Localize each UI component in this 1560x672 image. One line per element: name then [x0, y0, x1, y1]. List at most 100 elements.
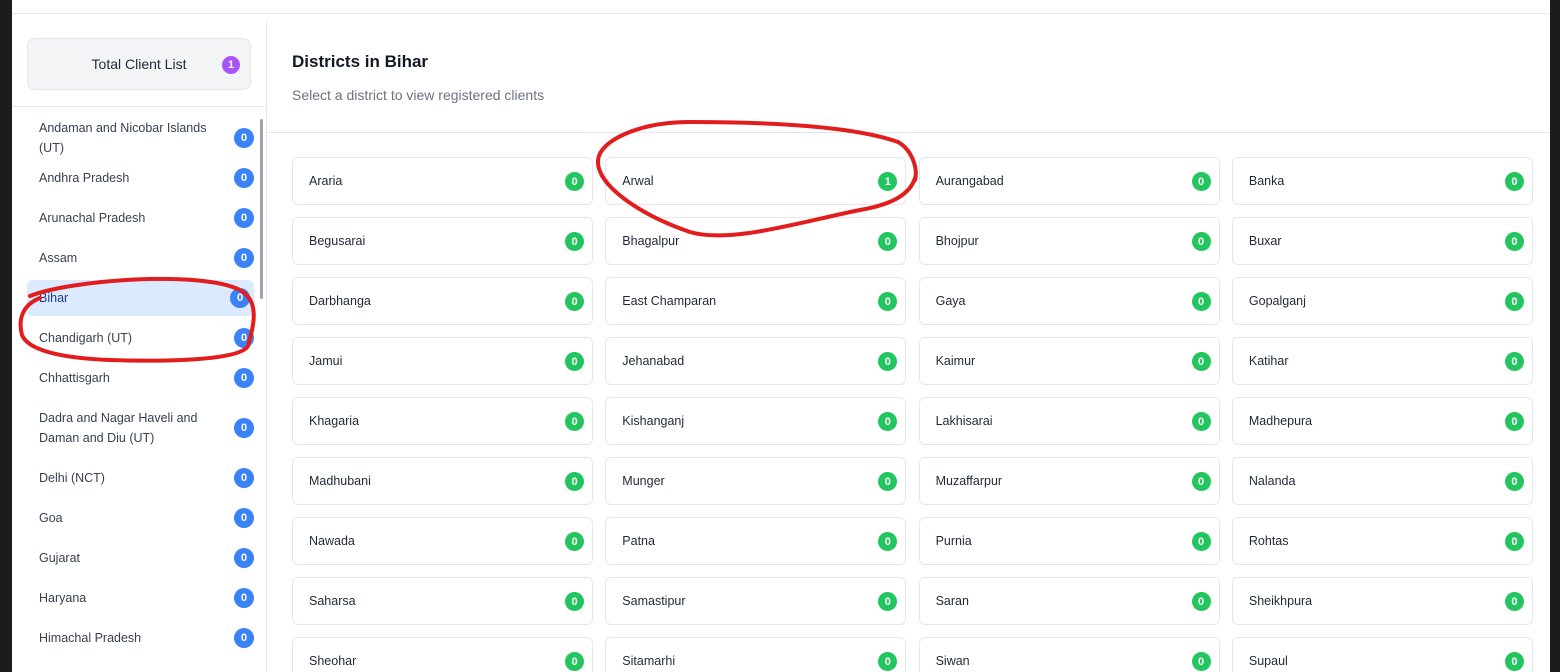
district-count-badge: 0 [1191, 592, 1211, 611]
district-card-aurangabad[interactable]: Aurangabad 0 [918, 157, 1220, 205]
district-card-madhubani[interactable]: Madhubani 0 [292, 457, 593, 505]
total-client-list-label: Total Client List [91, 56, 187, 72]
state-count-badge: 0 [234, 628, 254, 648]
sidebar-item-chhattisgarh[interactable]: Chhattisgarh 0 [27, 358, 254, 398]
district-name: Lakhisarai [935, 414, 993, 428]
page-subtitle: Select a district to view registered cli… [292, 87, 545, 103]
state-count-badge: 0 [230, 288, 250, 308]
total-count-badge: 1 [222, 56, 240, 74]
district-card-khagaria[interactable]: Khagaria 0 [292, 397, 593, 445]
district-card-sheohar[interactable]: Sheohar 0 [292, 637, 593, 672]
district-count-badge: 0 [565, 172, 584, 191]
district-card-saran[interactable]: Saran 0 [918, 577, 1220, 625]
sidebar-item-goa[interactable]: Goa 0 [27, 498, 254, 538]
total-client-list-button[interactable]: Total Client List 1 [27, 38, 251, 90]
district-card-purnia[interactable]: Purnia 0 [918, 517, 1220, 565]
district-card-gaya[interactable]: Gaya 0 [918, 277, 1220, 325]
district-card-jamui[interactable]: Jamui 0 [292, 337, 593, 385]
district-name: Gopalganj [1248, 294, 1306, 308]
sidebar-item-delhi[interactable]: Delhi (NCT) 0 [27, 458, 254, 498]
district-name: Saharsa [309, 594, 356, 608]
district-name: Nawada [309, 534, 355, 548]
district-card-sitamarhi[interactable]: Sitamarhi 0 [605, 637, 907, 672]
district-count-badge: 0 [878, 532, 898, 551]
district-card-darbhanga[interactable]: Darbhanga 0 [292, 277, 593, 325]
district-card-siwan[interactable]: Siwan 0 [918, 637, 1220, 672]
district-card-gopalganj[interactable]: Gopalganj 0 [1231, 277, 1533, 325]
district-count-badge: 0 [1504, 172, 1524, 191]
district-card-sheikhpura[interactable]: Sheikhpura 0 [1231, 577, 1533, 625]
sidebar-item-haryana[interactable]: Haryana 0 [27, 578, 254, 618]
district-card-bhojpur[interactable]: Bhojpur 0 [918, 217, 1220, 265]
district-card-munger[interactable]: Munger 0 [605, 457, 907, 505]
sidebar-item-arunachal-pradesh[interactable]: Arunachal Pradesh 0 [27, 198, 254, 238]
district-count-badge: 0 [1191, 412, 1211, 431]
sidebar-item-bihar[interactable]: Bihar 0 [27, 280, 254, 316]
district-count-badge: 0 [1191, 532, 1211, 551]
district-card-kishanganj[interactable]: Kishanganj 0 [605, 397, 907, 445]
district-name: Kishanganj [622, 414, 685, 428]
district-card-begusarai[interactable]: Begusarai 0 [292, 217, 593, 265]
state-name: Arunachal Pradesh [39, 211, 146, 225]
sidebar-item-andhra-pradesh[interactable]: Andhra Pradesh 0 [27, 158, 254, 198]
district-card-rohtas[interactable]: Rohtas 0 [1231, 517, 1533, 565]
sidebar-item-gujarat[interactable]: Gujarat 0 [27, 538, 254, 578]
district-card-jehanabad[interactable]: Jehanabad 0 [605, 337, 907, 385]
district-count-badge: 0 [1504, 592, 1524, 611]
district-name: Bhojpur [935, 234, 979, 248]
district-count-badge: 0 [1504, 472, 1524, 491]
state-list: Andaman and Nicobar Islands (UT) 0 Andhr… [12, 118, 262, 672]
district-card-araria[interactable]: Araria 0 [292, 157, 593, 205]
district-count-badge: 0 [878, 292, 898, 311]
district-card-arwal[interactable]: Arwal 1 [605, 157, 907, 205]
district-card-supaul[interactable]: Supaul 0 [1231, 637, 1533, 672]
district-card-madhepura[interactable]: Madhepura 0 [1231, 397, 1533, 445]
district-card-lakhisarai[interactable]: Lakhisarai 0 [918, 397, 1220, 445]
page-title: Districts in Bihar [292, 52, 429, 71]
district-card-banka[interactable]: Banka 0 [1231, 157, 1533, 205]
sidebar-item-andaman-and-nicobar[interactable]: Andaman and Nicobar Islands (UT) 0 [27, 118, 254, 158]
sidebar-item-dadra-nagar-haveli[interactable]: Dadra and Nagar Haveli and Daman and Diu… [27, 398, 254, 458]
district-count-badge: 0 [878, 352, 898, 371]
district-name: Rohtas [1248, 534, 1289, 548]
district-card-nalanda[interactable]: Nalanda 0 [1231, 457, 1533, 505]
district-name: Samastipur [622, 594, 686, 608]
district-card-kaimur[interactable]: Kaimur 0 [918, 337, 1220, 385]
district-card-buxar[interactable]: Buxar 0 [1231, 217, 1533, 265]
district-name: Bhagalpur [622, 234, 680, 248]
state-count-badge: 0 [234, 128, 254, 148]
district-card-saharsa[interactable]: Saharsa 0 [292, 577, 593, 625]
district-name: Munger [622, 474, 665, 488]
district-card-bhagalpur[interactable]: Bhagalpur 0 [605, 217, 907, 265]
district-count-badge: 0 [878, 232, 898, 251]
district-name: East Champaran [622, 294, 717, 308]
district-count-badge: 0 [565, 652, 584, 671]
district-card-east-champaran[interactable]: East Champaran 0 [605, 277, 907, 325]
district-card-patna[interactable]: Patna 0 [605, 517, 907, 565]
district-name: Sitamarhi [622, 654, 676, 668]
state-count-badge: 0 [234, 208, 254, 228]
district-count-badge: 0 [1191, 172, 1211, 191]
district-name: Begusarai [309, 234, 366, 248]
state-count-badge: 0 [234, 468, 254, 488]
district-name: Araria [309, 174, 343, 188]
district-name: Muzaffarpur [935, 474, 1003, 488]
state-count-badge: 0 [234, 368, 254, 388]
district-card-muzaffarpur[interactable]: Muzaffarpur 0 [918, 457, 1220, 505]
district-name: Darbhanga [309, 294, 371, 308]
app-window: Total Client List 1 Andaman and Nicobar … [12, 0, 1550, 672]
sidebar-item-chandigarh[interactable]: Chandigarh (UT) 0 [27, 318, 254, 358]
district-name: Gaya [935, 294, 966, 308]
district-name: Siwan [935, 654, 970, 668]
window-edge [1550, 0, 1560, 672]
state-count-badge: 0 [234, 248, 254, 268]
sidebar-item-assam[interactable]: Assam 0 [27, 238, 254, 278]
district-count-badge: 0 [565, 292, 584, 311]
sidebar-scrollbar[interactable] [260, 119, 263, 299]
district-card-samastipur[interactable]: Samastipur 0 [605, 577, 907, 625]
district-count-badge: 0 [565, 472, 584, 491]
district-count-badge: 0 [565, 592, 584, 611]
district-card-katihar[interactable]: Katihar 0 [1231, 337, 1533, 385]
district-card-nawada[interactable]: Nawada 0 [292, 517, 593, 565]
sidebar-item-himachal-pradesh[interactable]: Himachal Pradesh 0 [27, 618, 254, 658]
